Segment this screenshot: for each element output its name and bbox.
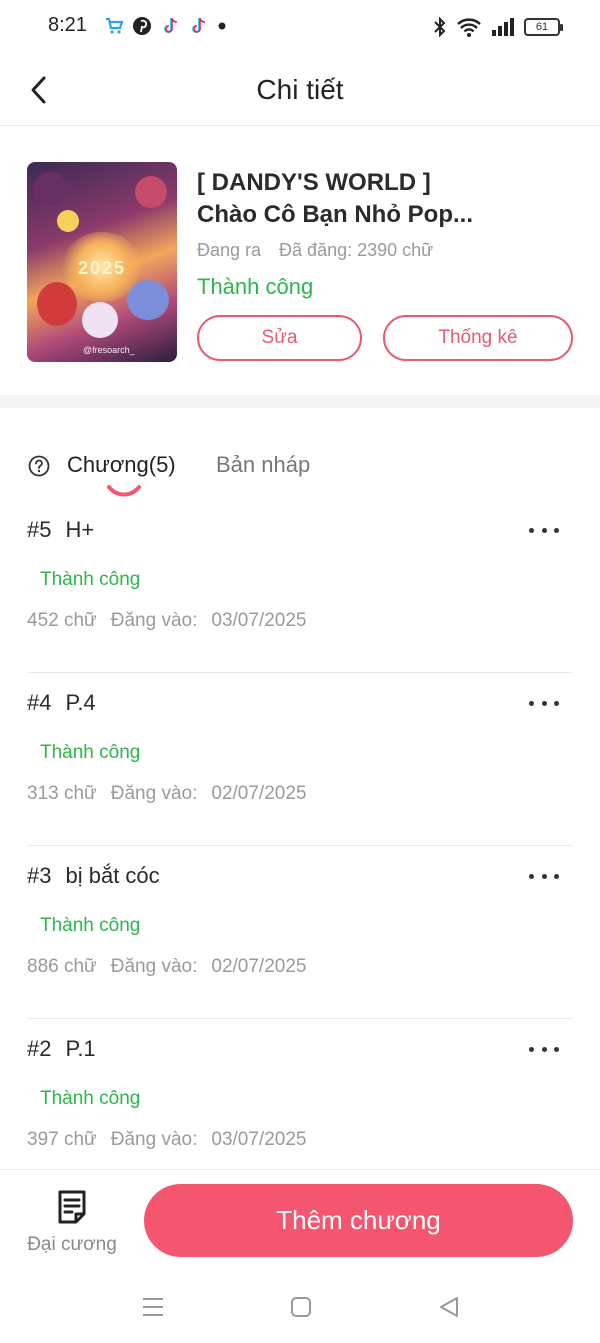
page-title: Chi tiết (256, 74, 344, 105)
notification-icons (104, 16, 228, 36)
chapter-date: 02/07/2025 (211, 783, 307, 804)
chapter-posted-label: Đăng vào: (110, 610, 198, 631)
story-title-line: Chào Cô Bạn Nhỏ Pop... (197, 201, 473, 228)
cover-decoration (33, 172, 67, 206)
more-options-icon[interactable] (529, 1041, 559, 1057)
chapter-name: H+ (65, 517, 95, 542)
battery-icon: 61 (524, 18, 563, 36)
chapter-date: 03/07/2025 (211, 610, 307, 631)
status-bar: 8:21 61 (0, 0, 600, 56)
edit-button[interactable]: Sửa (197, 315, 362, 361)
chapter-title: #4 P.4 (27, 690, 96, 716)
outline-label: Đại cương (27, 1234, 117, 1255)
outline-button[interactable]: Đại cương (22, 1185, 122, 1260)
chapter-meta: 452 chữ Đăng vào: 03/07/2025 (27, 610, 306, 632)
chapter-title: #5 H+ (27, 517, 94, 543)
chapter-meta: 397 chữ Đăng vào: 03/07/2025 (27, 1129, 306, 1151)
chapter-posted-label: Đăng vào: (110, 956, 198, 977)
chapter-item[interactable]: #3 bị bắt cóc Thành công 886 chữ Đăng vào:… (27, 846, 573, 1019)
tiktok-icon (192, 18, 206, 33)
cover-year: 2025 (77, 258, 127, 278)
story-cover-image[interactable]: 2025 @fresoarch_ (27, 162, 177, 362)
chapter-status: Thành công (40, 569, 141, 590)
system-icons: 61 (432, 16, 563, 38)
pinterest-icon (133, 17, 151, 35)
chapter-posted-label: Đăng vào: (110, 783, 198, 804)
story-word-count: Đã đăng: 2390 chữ (279, 240, 434, 260)
chapter-posted-label: Đăng vào: (110, 1129, 198, 1150)
story-meta: Đang ra Đã đăng: 2390 chữ (197, 240, 433, 261)
dot-icon (218, 22, 226, 30)
story-title: [ DANDY'S WORLD ] Chào Cô Bạn Nhỏ Pop... (197, 167, 577, 231)
bottom-action-bar: Đại cương Thêm chương (0, 1169, 600, 1274)
wifi-icon (457, 18, 481, 37)
chapter-meta: 886 chữ Đăng vào: 02/07/2025 (27, 956, 306, 978)
stats-button[interactable]: Thống kê (383, 315, 573, 361)
chapter-item[interactable]: #5 H+ Thành công 452 chữ Đăng vào: 03/07/20… (27, 500, 573, 673)
chapter-item[interactable]: #2 P.1 Thành công 397 chữ Đăng vào: 03/07/2… (27, 1019, 573, 1192)
more-options-icon[interactable] (529, 695, 559, 711)
status-time: 8:21 (48, 14, 87, 36)
shopping-cart-icon (106, 17, 124, 34)
cover-decoration (135, 176, 167, 208)
home-icon[interactable] (290, 1296, 312, 1318)
add-chapter-button[interactable]: Thêm chương (144, 1184, 573, 1257)
tiktok-icon (164, 18, 178, 33)
chapter-name: P.1 (65, 1036, 96, 1061)
bluetooth-icon (434, 16, 446, 38)
chapter-word-count: 397 chữ (27, 1129, 97, 1150)
chapter-name: P.4 (65, 690, 96, 715)
tab-chapters[interactable]: Chương(5) (67, 452, 176, 478)
story-state: Đang ra (197, 240, 262, 260)
cover-decoration (57, 210, 79, 232)
more-options-icon[interactable] (529, 522, 559, 538)
chapter-number: #2 (27, 1036, 52, 1061)
system-nav-bar (0, 1274, 600, 1343)
chapter-word-count: 886 chữ (27, 956, 97, 977)
story-title-line: [ DANDY'S WORLD ] (197, 169, 431, 196)
chapter-number: #4 (27, 690, 52, 715)
chapter-date: 03/07/2025 (211, 1129, 307, 1150)
chapter-item[interactable]: #4 P.4 Thành công 313 chữ Đăng vào: 02/07/2… (27, 673, 573, 846)
tab-bar: Chương(5) Bản nháp (0, 440, 600, 500)
chapter-status: Thành công (40, 742, 141, 763)
story-status: Thành công (197, 274, 314, 299)
chapter-title: #2 P.1 (27, 1036, 96, 1062)
section-divider (0, 395, 600, 408)
chapter-name: bị bắt cóc (65, 863, 160, 888)
chapter-date: 02/07/2025 (211, 956, 307, 977)
menu-icon[interactable] (142, 1296, 164, 1318)
chapter-number: #5 (27, 517, 52, 542)
document-icon (58, 1190, 86, 1224)
chapter-title: #3 bị bắt cóc (27, 863, 160, 889)
chapter-status: Thành công (40, 915, 141, 936)
cover-decoration (82, 302, 118, 338)
chapter-meta: 313 chữ Đăng vào: 02/07/2025 (27, 783, 306, 805)
chapter-word-count: 313 chữ (27, 783, 97, 804)
chapter-status: Thành công (40, 1088, 141, 1109)
chapter-word-count: 452 chữ (27, 610, 97, 631)
help-icon[interactable] (28, 455, 50, 477)
tab-drafts[interactable]: Bản nháp (216, 452, 310, 478)
app-header: Chi tiết (0, 56, 600, 126)
story-card: 2025 @fresoarch_ [ DANDY'S WORLD ] Chào … (0, 127, 600, 395)
nav-back-icon[interactable] (438, 1296, 460, 1318)
signal-icon (492, 18, 514, 36)
chapter-number: #3 (27, 863, 52, 888)
tab-active-indicator (107, 485, 141, 497)
more-options-icon[interactable] (529, 868, 559, 884)
cover-credit: @fresoarch_ (83, 345, 135, 355)
